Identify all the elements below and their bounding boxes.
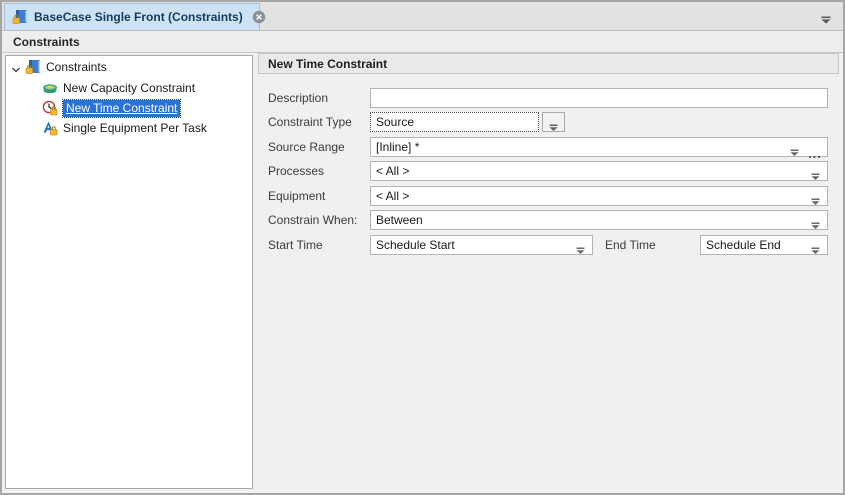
tree-item-single-equipment-per-task[interactable]: Single Equipment Per Task xyxy=(5,118,207,138)
detail-panel-header: New Time Constraint xyxy=(258,53,839,74)
source-range-combo[interactable]: [Inline] * xyxy=(370,137,828,157)
tree-item-label-selected: New Time Constraint xyxy=(63,100,180,117)
tree-item-new-time-constraint[interactable]: New Time Constraint xyxy=(5,98,180,118)
tree-root-label: Constraints xyxy=(46,60,107,74)
app-window: BaseCase Single Front (Constraints) Cons… xyxy=(0,0,845,495)
equipment-label: Equipment xyxy=(268,186,325,206)
panel-title: Constraints xyxy=(13,35,80,49)
description-input[interactable] xyxy=(370,88,828,108)
ellipsis-button[interactable] xyxy=(809,146,821,150)
constrain-when-value: Between xyxy=(376,213,423,227)
start-time-value: Schedule Start xyxy=(376,238,455,252)
tab-basecase-single-front[interactable]: BaseCase Single Front (Constraints) xyxy=(4,3,260,30)
tab-title: BaseCase Single Front (Constraints) xyxy=(34,10,243,24)
dropdown-arrow-icon[interactable] xyxy=(576,242,585,250)
start-time-label: Start Time xyxy=(268,235,323,255)
equipment-constraint-icon xyxy=(42,120,58,136)
schedule-workbook-icon xyxy=(12,9,28,25)
constraint-type-value: Source xyxy=(376,115,414,129)
dropdown-arrow-icon[interactable] xyxy=(811,217,820,225)
detail-title: New Time Constraint xyxy=(268,57,387,71)
capacity-constraint-icon xyxy=(42,80,58,96)
dropdown-arrow-icon xyxy=(549,119,558,127)
dropdown-arrow-icon[interactable] xyxy=(811,193,820,201)
source-range-label: Source Range xyxy=(268,137,345,157)
description-label: Description xyxy=(268,88,328,108)
dropdown-arrow-icon[interactable] xyxy=(811,242,820,250)
equipment-combo[interactable]: < All > xyxy=(370,186,828,206)
tab-list-dropdown-icon[interactable] xyxy=(821,11,831,19)
constrain-when-combo[interactable]: Between xyxy=(370,210,828,230)
time-constraint-icon xyxy=(42,100,58,116)
source-range-value: [Inline] * xyxy=(376,140,419,154)
constraint-type-dropdown-button[interactable] xyxy=(542,112,565,132)
constraints-folder-icon xyxy=(25,59,41,75)
tree-root-constraints[interactable]: Constraints xyxy=(5,57,107,77)
constraint-type-label: Constraint Type xyxy=(268,112,352,132)
expander-icon[interactable] xyxy=(11,62,21,72)
constraint-type-combo[interactable]: Source xyxy=(370,112,539,132)
end-time-label: End Time xyxy=(605,235,656,255)
dropdown-arrow-icon[interactable] xyxy=(811,168,820,176)
tree-item-new-capacity-constraint[interactable]: New Capacity Constraint xyxy=(5,78,195,98)
close-icon[interactable] xyxy=(252,10,266,24)
processes-combo[interactable]: < All > xyxy=(370,161,828,181)
tree-item-label: New Capacity Constraint xyxy=(63,81,195,95)
constraints-panel-header: Constraints xyxy=(2,30,843,53)
start-time-combo[interactable]: Schedule Start xyxy=(370,235,593,255)
constrain-when-label: Constrain When: xyxy=(268,210,357,230)
tree-item-label: Single Equipment Per Task xyxy=(63,121,207,135)
document-tab-bar: BaseCase Single Front (Constraints) xyxy=(2,2,843,30)
processes-value: < All > xyxy=(376,164,409,178)
equipment-value: < All > xyxy=(376,189,409,203)
processes-label: Processes xyxy=(268,161,324,181)
dropdown-arrow-icon[interactable] xyxy=(790,144,799,152)
end-time-combo[interactable]: Schedule End xyxy=(700,235,828,255)
end-time-value: Schedule End xyxy=(706,238,781,252)
